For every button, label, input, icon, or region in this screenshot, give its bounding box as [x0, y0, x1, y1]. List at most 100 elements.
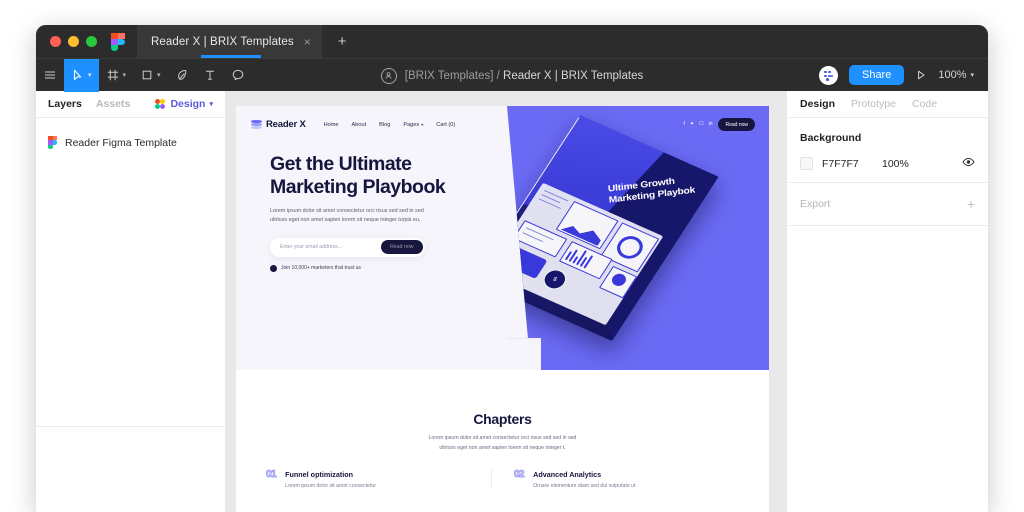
- pen-tool-button[interactable]: [168, 59, 196, 92]
- right-panel-tabs: Design Prototype Code: [787, 91, 988, 118]
- user-avatar-icon: [380, 67, 397, 84]
- left-panel-tabs: Layers Assets Design ▾: [36, 91, 225, 118]
- figma-window: Reader X | BRIX Templates × + ▾ ▾ ▾ [BRI…: [36, 25, 988, 512]
- square-icon: [142, 70, 152, 80]
- design-dropdown[interactable]: Design ▾: [155, 98, 213, 110]
- site-nav-right: f ✦ ☐ in Read now: [684, 118, 770, 131]
- export-section: Export +: [787, 183, 988, 226]
- share-button[interactable]: Share: [848, 65, 905, 85]
- feature-body: Ornare elementum diam sed dui vulputate …: [533, 483, 636, 490]
- zoom-control[interactable]: 100% ▾: [938, 69, 974, 81]
- move-tool-caret[interactable]: ▾: [88, 71, 92, 79]
- feature-text: Advanced Analytics Ornare elementum diam…: [533, 470, 635, 489]
- check-icon: ✓: [270, 264, 277, 272]
- new-tab-button[interactable]: +: [338, 33, 347, 50]
- background-heading: Background: [800, 132, 862, 144]
- maximize-window-button[interactable]: [86, 36, 97, 47]
- chapters-subtitle: Lorem ipsum dolor sit amet consectetur o…: [236, 434, 769, 453]
- email-input-placeholder[interactable]: Enter your email address...: [280, 244, 342, 250]
- traffic-lights: [36, 36, 109, 47]
- title-bar: Reader X | BRIX Templates × +: [36, 25, 988, 58]
- feature-card-funnel: 01 Funnel optimization Lorem ipsum dolor…: [266, 469, 491, 489]
- toolbar-right: Share 100% ▾: [818, 65, 988, 85]
- list-item[interactable]: Reader Figma Template: [36, 126, 225, 149]
- export-label: Export: [800, 198, 831, 210]
- chapters-section: Chapters Lorem ipsum dolor sit amet cons…: [236, 370, 769, 490]
- social-icons: f ✦ ☐ in: [684, 122, 713, 127]
- site-hero-section: $ Ultime Growth Marketing Playbok Reader…: [236, 106, 769, 370]
- trust-text: Join 10,000+ marketers that trust us: [281, 265, 361, 272]
- tab-close-icon[interactable]: ×: [304, 36, 311, 48]
- color-swatch[interactable]: [800, 157, 813, 170]
- tab-design[interactable]: Design: [800, 98, 835, 110]
- hero-read-now-button[interactable]: Read now: [381, 240, 423, 255]
- hero-headline-line1: Get the Ultimate: [270, 153, 412, 175]
- background-fill-row: F7F7F7 100%: [800, 157, 975, 170]
- design-caret-icon: ▾: [209, 101, 213, 108]
- background-opacity-value[interactable]: 100%: [882, 158, 909, 170]
- pen-icon: [177, 70, 186, 80]
- text-tool-button[interactable]: [196, 59, 224, 92]
- trust-badge: ✓ Join 10,000+ marketers that trust us: [270, 264, 466, 272]
- tab-prototype[interactable]: Prototype: [851, 98, 896, 110]
- chapters-sub-line1: Lorem ipsum dolor sit amet consectetur o…: [428, 435, 577, 441]
- chapters-title: Chapters: [473, 411, 532, 427]
- artboard[interactable]: $ Ultime Growth Marketing Playbok Reader…: [236, 106, 769, 512]
- browser-tab[interactable]: Reader X | BRIX Templates ×: [137, 25, 322, 58]
- hero-body-text: Lorem ipsum dolor sit amet consectetur o…: [270, 207, 466, 226]
- background-section: Background F7F7F7 100%: [787, 118, 988, 183]
- text-icon: [205, 70, 214, 80]
- feature-number-icon: 01: [266, 469, 277, 481]
- site-brand[interactable]: Reader X: [251, 119, 306, 130]
- twitter-icon[interactable]: ✦: [690, 122, 694, 127]
- nav-link-cart[interactable]: Cart (0): [436, 122, 455, 128]
- figma-logo-icon: [111, 32, 125, 51]
- tab-assets[interactable]: Assets: [96, 98, 130, 110]
- main-menu-button[interactable]: [36, 59, 64, 92]
- minimize-window-button[interactable]: [68, 36, 79, 47]
- instagram-icon[interactable]: ☐: [699, 122, 703, 127]
- hero-body-line2: ultrices eget non amet sapien lorem sit …: [270, 217, 421, 224]
- tab-label: Reader X | BRIX Templates: [151, 35, 294, 48]
- move-tool-button[interactable]: ▾: [64, 58, 99, 92]
- nav-link-blog[interactable]: Blog: [379, 122, 390, 128]
- tab-code[interactable]: Code: [912, 98, 937, 110]
- tab-layers[interactable]: Layers: [48, 98, 82, 110]
- frame-tool-caret[interactable]: ▾: [123, 71, 127, 79]
- nav-link-pages[interactable]: Pages ▾: [403, 122, 423, 128]
- palette-icon: [155, 98, 166, 110]
- feature-card-analytics: 02 Advanced Analytics Ornare elementum d…: [491, 469, 739, 490]
- zoom-level-label: 100%: [938, 69, 967, 81]
- feature-row: 01 Funnel optimization Lorem ipsum dolor…: [236, 469, 769, 490]
- breadcrumb-project: [BRIX Templates] /: [404, 69, 500, 82]
- linkedin-icon[interactable]: in: [709, 122, 713, 127]
- shape-tool-button[interactable]: ▾: [133, 59, 168, 92]
- nav-read-now-button[interactable]: Read now: [718, 118, 755, 131]
- hero-notch: [507, 338, 541, 370]
- facebook-icon[interactable]: f: [684, 122, 685, 127]
- zoom-caret-icon: ▾: [970, 72, 974, 79]
- comment-tool-button[interactable]: [224, 59, 252, 92]
- play-icon[interactable]: [915, 69, 927, 81]
- canvas[interactable]: $ Ultime Growth Marketing Playbok Reader…: [225, 91, 787, 512]
- nav-link-home[interactable]: Home: [324, 122, 339, 128]
- add-export-button[interactable]: +: [967, 197, 975, 211]
- close-window-button[interactable]: [50, 36, 61, 47]
- feature-number-icon: 02: [514, 469, 525, 481]
- right-panel: Design Prototype Code Background F7F7F7 …: [787, 91, 988, 512]
- left-panel: Layers Assets Design ▾ Reader Figma Temp…: [36, 91, 225, 512]
- breadcrumb-file: Reader X | BRIX Templates: [503, 69, 644, 82]
- site-brand-label: Reader X: [266, 119, 306, 130]
- avatar[interactable]: [818, 65, 838, 85]
- background-hex-value[interactable]: F7F7F7: [822, 158, 882, 170]
- chapters-sub-line2: ultrices eget non amet sapien lorem sit …: [439, 444, 566, 451]
- shape-tool-caret[interactable]: ▾: [157, 71, 161, 79]
- eye-icon[interactable]: [962, 157, 975, 170]
- email-signup-form[interactable]: Enter your email address... Read now: [270, 237, 425, 257]
- feature-heading: Advanced Analytics: [533, 470, 602, 480]
- frame-tool-button[interactable]: ▾: [99, 59, 134, 92]
- hamburger-icon: [45, 71, 55, 79]
- left-panel-bottom-section: [36, 427, 225, 512]
- hero-content: Get the Ultimate Marketing Playbook Lore…: [236, 131, 466, 272]
- nav-link-about[interactable]: About: [352, 122, 367, 128]
